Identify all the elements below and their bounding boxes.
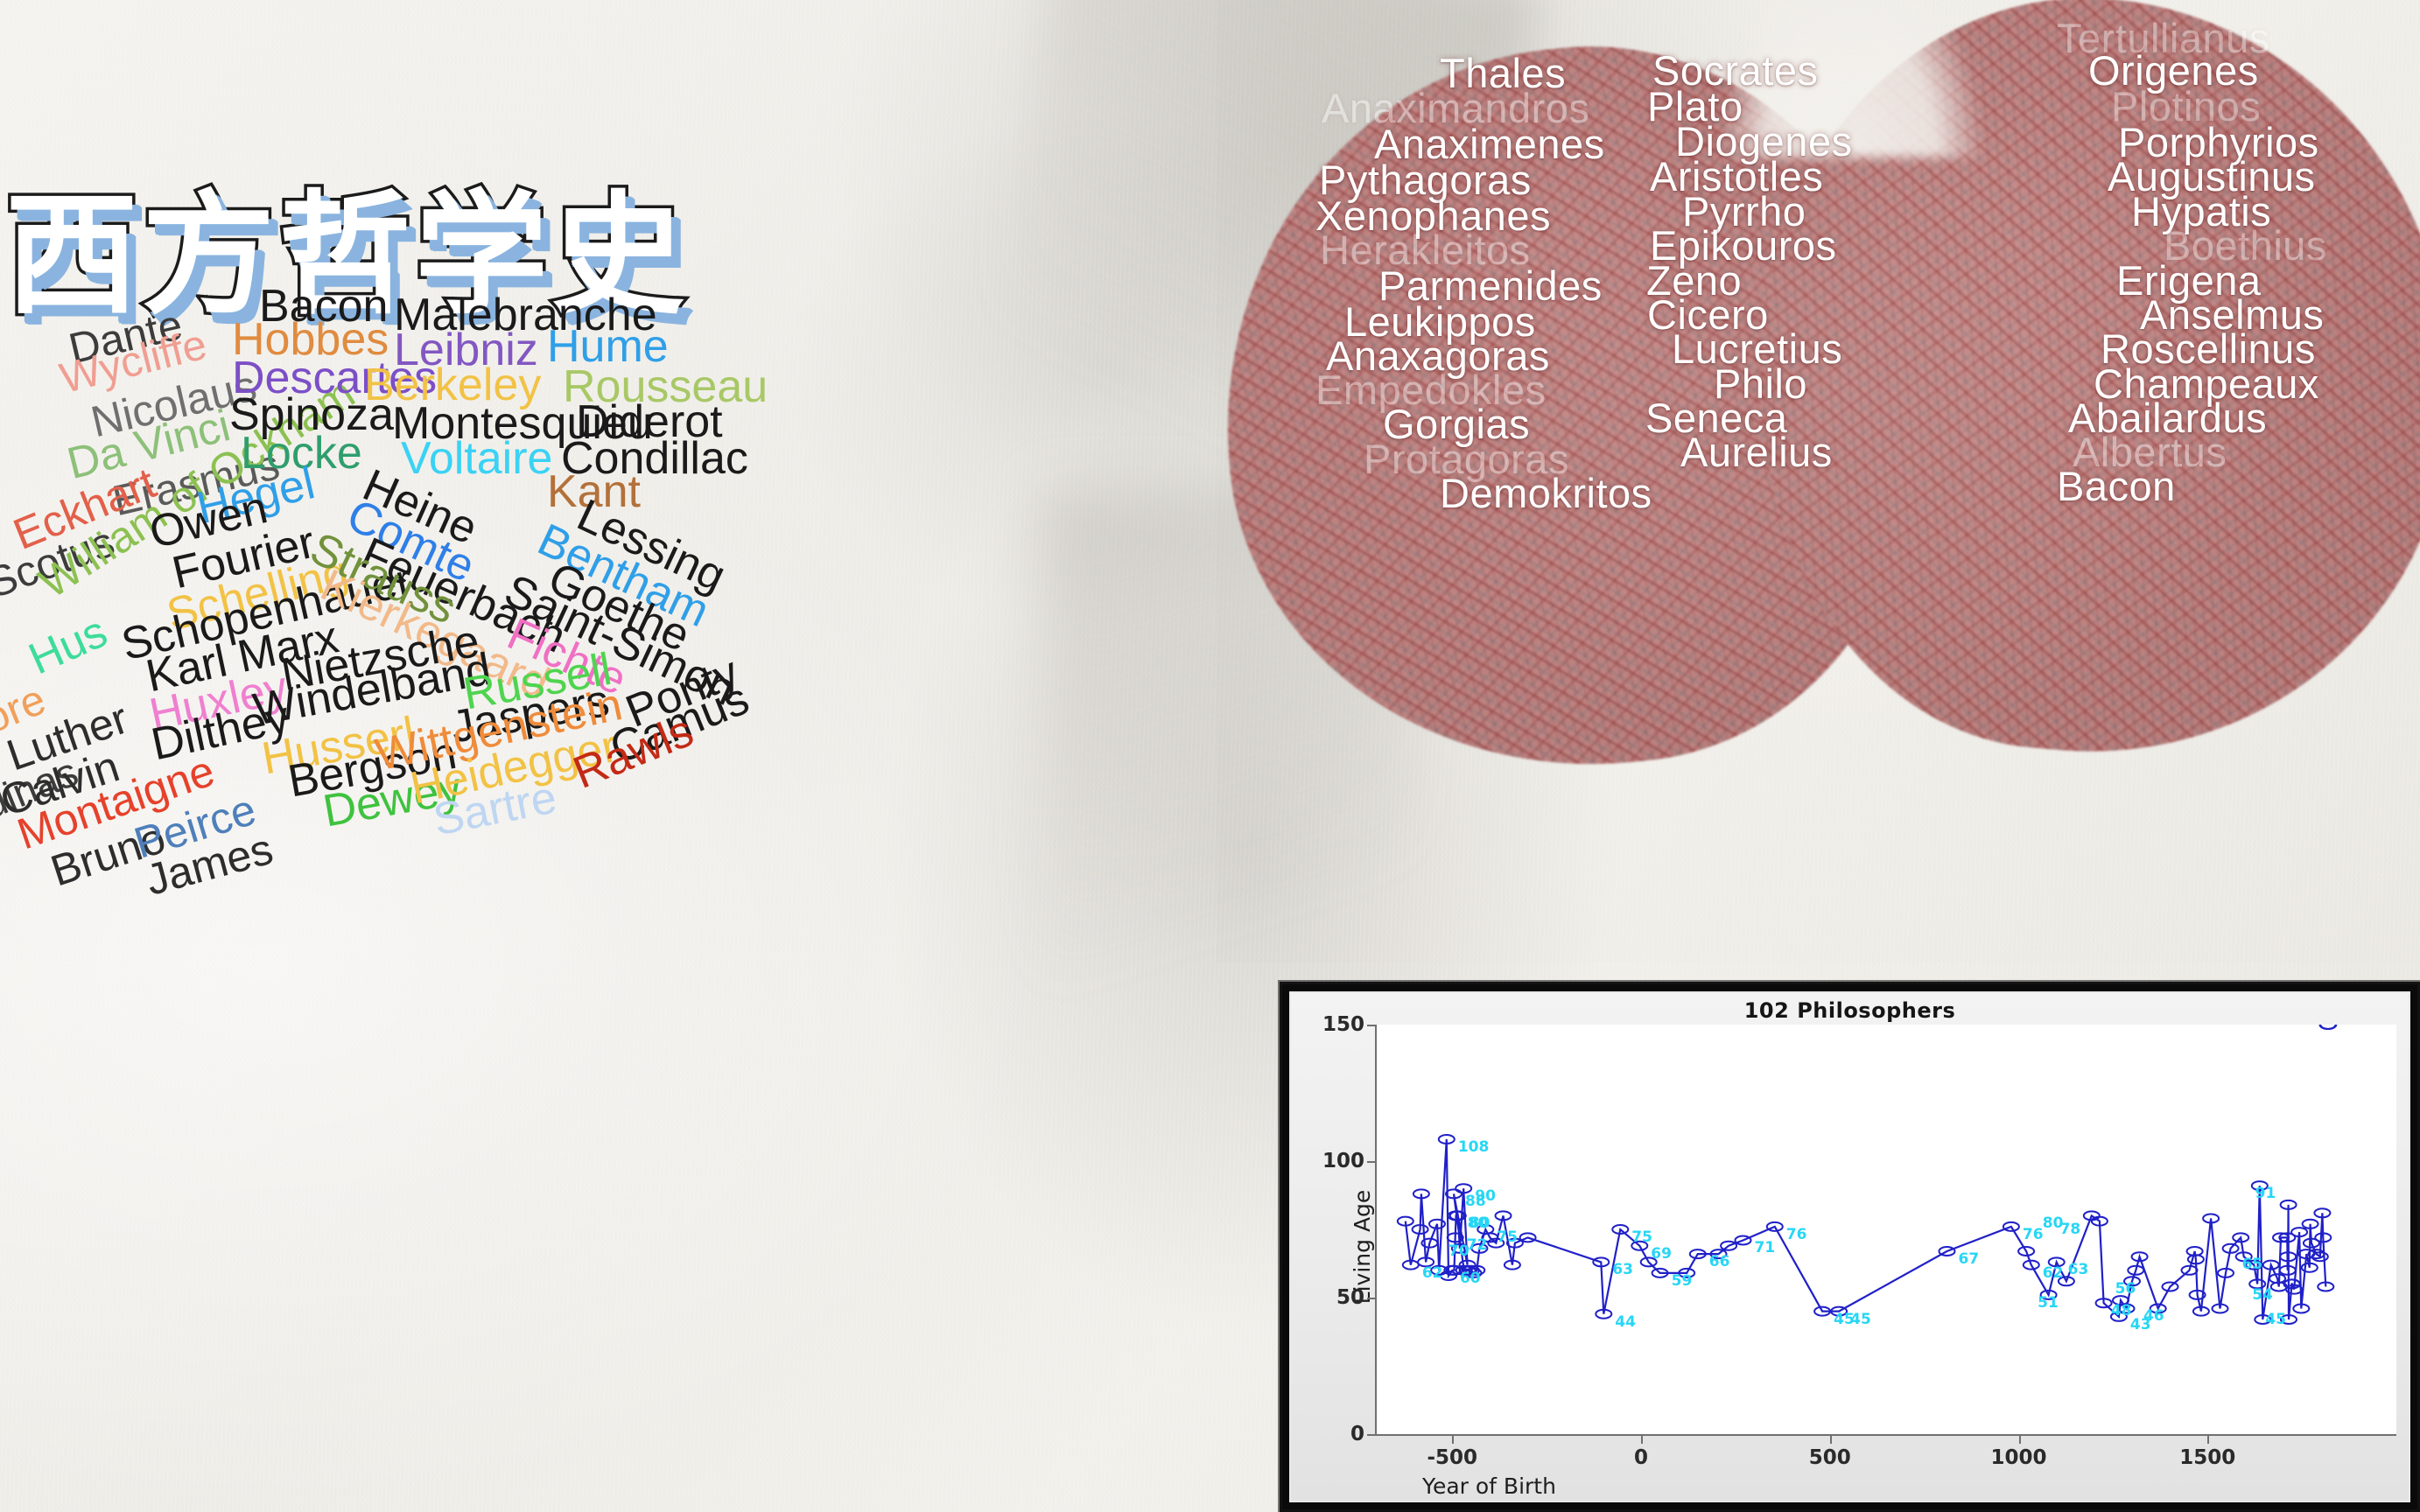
chart-y-tick-label: 100: [1322, 1150, 1364, 1172]
brain-philosopher-name: Aurelius: [1680, 429, 1833, 475]
chart-plot-area: 0 50 100 150 -500 0 500 1000 1500 108 90 88 80 80 75 72…: [1322, 1013, 2396, 1469]
chart-data-point: [2319, 1025, 2338, 1030]
philosophers-chart-frame: 102 Philosophers Living Age Year of Birt…: [1280, 982, 2420, 1512]
chart-x-tick-mark: [1829, 1434, 1832, 1444]
chart-x-axis-label: Year of Birth: [1422, 1474, 1556, 1499]
chart-x-tick-mark: [2207, 1434, 2210, 1444]
chart-y-tick-label: 150: [1322, 1013, 1364, 1036]
word-cloud-item: Voltaire: [401, 433, 553, 484]
chart-y-tick-mark: [1367, 1161, 1377, 1163]
chart-y-tick-label: 50: [1336, 1286, 1364, 1309]
chart-title: 102 Philosophers: [1743, 998, 1956, 1023]
chart-x-tick-mark: [1641, 1434, 1644, 1444]
word-cloud-item: Hus: [21, 606, 115, 684]
philosopher-word-cloud: uinas Dante Wycliffe Nicolaus Da Vinci Erasmu…: [0, 284, 1260, 1512]
chart-y-tick-mark: [1367, 1025, 1377, 1026]
chart-y-tick-mark: [1367, 1434, 1377, 1436]
chart-x-tick-label: 1000: [1990, 1446, 2047, 1469]
chart-x-tick-mark: [2018, 1434, 2021, 1444]
chart-y-tick-mark: [1367, 1298, 1377, 1299]
chart-x-tick-label: -500: [1427, 1446, 1478, 1469]
chart-x-tick-mark: [1452, 1434, 1455, 1444]
chart-x-tick-label: 1500: [2179, 1446, 2236, 1469]
philosopher-brain-collage: Thales Anaximandros Anaximenes Pythagoras Xe…: [1217, 0, 2420, 962]
philosophers-chart: 102 Philosophers Living Age Year of Birt…: [1289, 991, 2410, 1502]
chart-line-series: [1404, 1138, 2327, 1320]
chart-x-tick-label: 500: [1808, 1446, 1851, 1469]
brain-philosopher-name: Bacon: [2057, 463, 2176, 509]
chart-y-tick-label: 0: [1350, 1423, 1364, 1446]
chart-x-tick-label: 0: [1634, 1446, 1649, 1469]
brain-philosopher-name: Demokritos: [1440, 470, 1652, 516]
chart-series-svg: [1396, 1025, 2338, 1325]
